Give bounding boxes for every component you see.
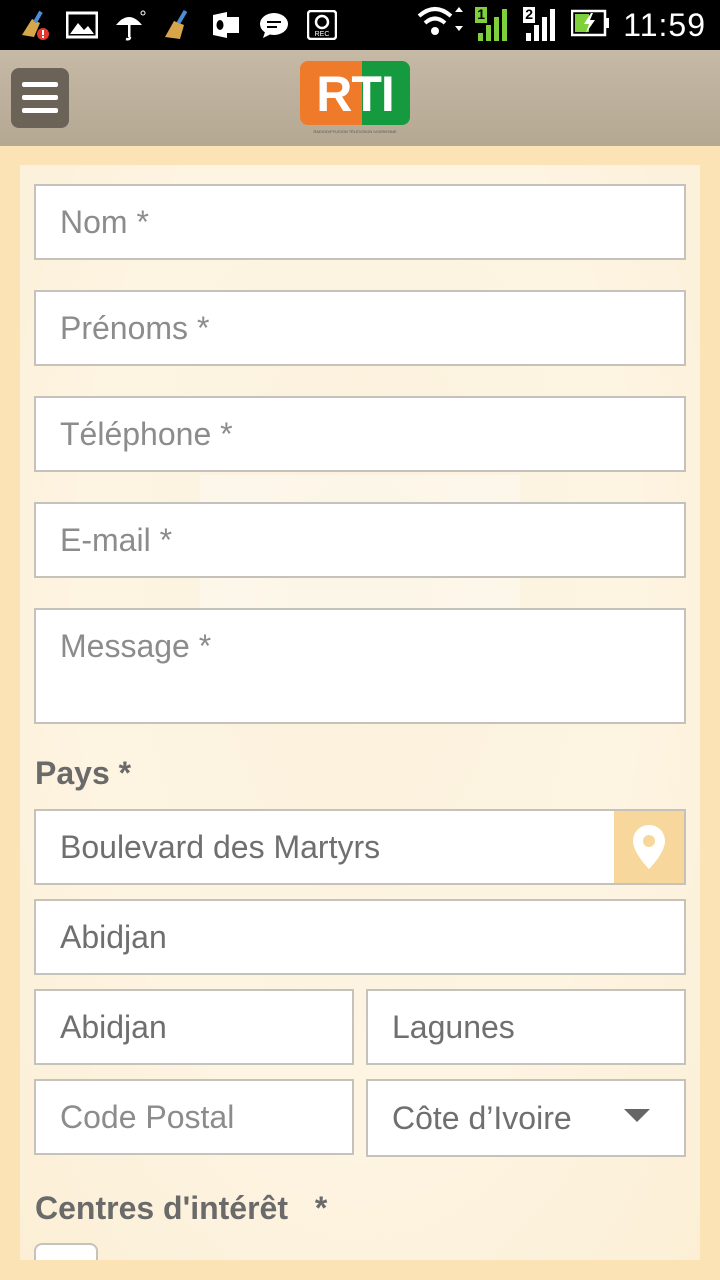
- chevron-down-icon: [624, 1109, 650, 1122]
- cleaner-alert-icon: [18, 9, 50, 41]
- svg-text:REC: REC: [315, 31, 330, 38]
- weather-umbrella-icon: [114, 9, 146, 41]
- country-select[interactable]: Côte d’Ivoire: [366, 1079, 686, 1157]
- gallery-icon: [66, 9, 98, 41]
- nom-field[interactable]: Nom *: [34, 184, 686, 260]
- address-value: Boulevard des Martyrs: [60, 828, 381, 865]
- sim1-label: 1: [477, 6, 486, 22]
- system-icons: 1 2 11:59: [417, 4, 706, 46]
- region-field[interactable]: Lagunes: [366, 989, 686, 1065]
- clock: 11:59: [623, 6, 706, 43]
- sim2-label: 2: [525, 6, 534, 22]
- rti-logo-mark: RTI: [300, 61, 410, 125]
- location-pin-icon: [633, 825, 665, 869]
- rti-logo: RTI RADIODIFFUSION TÉLÉVISION IVOIRIENNE: [298, 59, 412, 139]
- message-field[interactable]: Message *: [34, 608, 686, 724]
- menu-button[interactable]: [11, 68, 69, 128]
- email-field[interactable]: E-mail *: [34, 502, 686, 578]
- postal-code-field[interactable]: Code Postal: [34, 1079, 354, 1155]
- locate-button[interactable]: [614, 811, 684, 883]
- interests-label-text: Centres d'intérêt: [35, 1190, 288, 1226]
- battery-charging-icon: [571, 9, 611, 42]
- interests-required-mark: *: [314, 1190, 328, 1226]
- hamburger-icon-line: [22, 95, 58, 100]
- logo-tagline: RADIODIFFUSION TÉLÉVISION IVOIRIENNE: [313, 129, 397, 134]
- wifi-icon: [417, 6, 464, 45]
- pays-label: Pays *: [35, 755, 132, 791]
- interests-label: Centres d'intérêt *: [35, 1190, 327, 1227]
- rec-icon: REC: [306, 9, 338, 41]
- logo-text: RTI: [316, 66, 395, 122]
- interest-checkbox[interactable]: [34, 1243, 98, 1260]
- telephone-field[interactable]: Téléphone *: [34, 396, 686, 472]
- city-field[interactable]: Abidjan: [34, 899, 686, 975]
- status-bar: REC 1 2 11:59: [0, 0, 720, 50]
- country-value: Côte d’Ivoire: [392, 1099, 572, 1136]
- hamburger-icon-line: [22, 108, 58, 113]
- outlook-icon: [210, 9, 242, 41]
- contact-form: Nom * Prénoms * Téléphone * E-mail * Mes…: [20, 165, 700, 1260]
- signal-sim1-icon: 1: [475, 6, 511, 43]
- message-icon: [258, 9, 290, 41]
- prenoms-field[interactable]: Prénoms *: [34, 290, 686, 366]
- cleaner-icon: [162, 9, 194, 41]
- app-header: RTI RADIODIFFUSION TÉLÉVISION IVOIRIENNE: [0, 50, 720, 146]
- signal-sim2-icon: 2: [523, 6, 559, 43]
- address-field[interactable]: Boulevard des Martyrs: [34, 809, 686, 885]
- hamburger-icon: [22, 82, 58, 87]
- locality-field[interactable]: Abidjan: [34, 989, 354, 1065]
- notification-icons: REC: [18, 8, 338, 42]
